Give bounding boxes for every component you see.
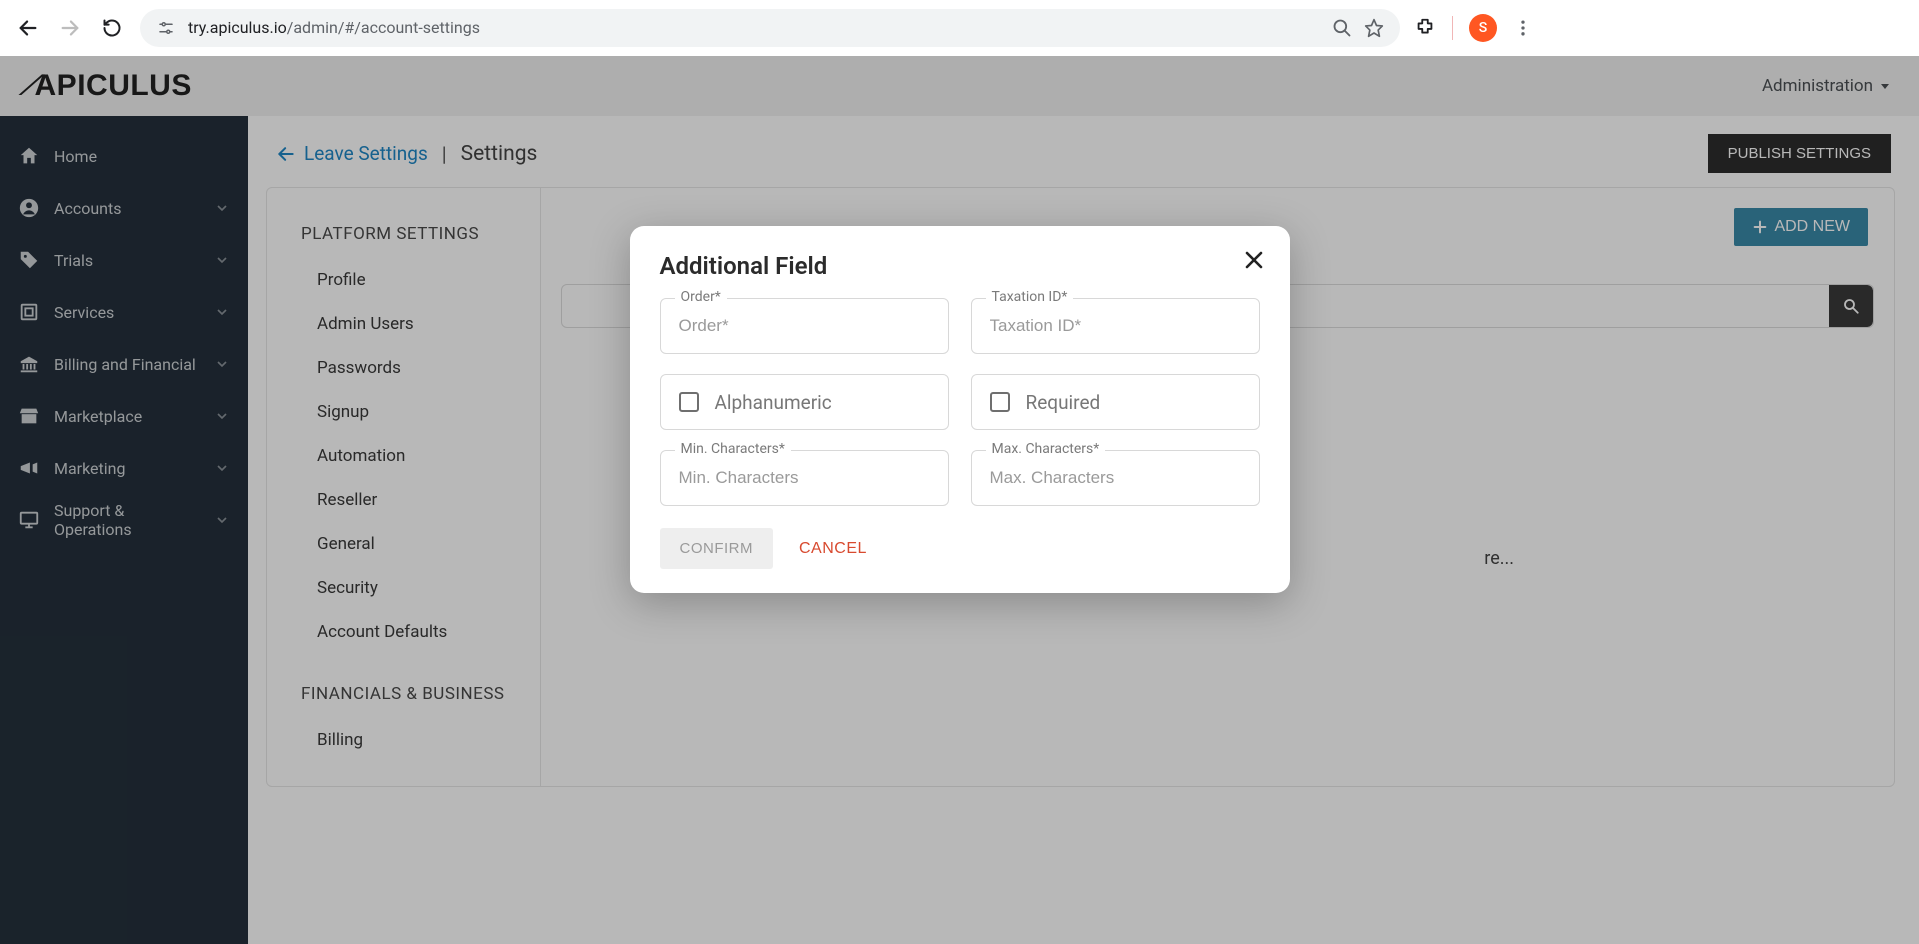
alphanumeric-label: Alphanumeric [715,391,832,414]
profile-avatar[interactable]: S [1469,14,1497,42]
app-root: ⁄APICULUS Administration Home Accounts T… [0,56,1919,944]
modal-title: Additional Field [660,252,1260,280]
order-input[interactable] [679,316,930,336]
divider [1452,16,1453,40]
max-characters-label: Max. Characters* [986,441,1106,457]
alphanumeric-checkbox[interactable] [679,392,699,412]
confirm-button[interactable]: CONFIRM [660,528,774,569]
required-checkbox-field[interactable]: Required [971,374,1260,430]
address-bar[interactable]: try.apiculus.io/admin/#/account-settings [140,9,1400,47]
url-text: try.apiculus.io/admin/#/account-settings [188,18,480,37]
site-settings-icon[interactable] [156,18,176,38]
additional-field-modal: Additional Field Order* Taxation ID* Alp… [630,226,1290,593]
modal-close-button[interactable] [1242,248,1266,272]
browser-forward-button[interactable] [56,14,84,42]
alphanumeric-checkbox-field[interactable]: Alphanumeric [660,374,949,430]
browser-chrome: try.apiculus.io/admin/#/account-settings… [0,0,1919,56]
taxation-id-input[interactable] [990,316,1241,336]
order-field[interactable]: Order* [660,298,949,354]
extensions-icon[interactable] [1414,17,1436,39]
browser-menu-icon[interactable] [1513,18,1533,38]
close-icon [1242,248,1266,272]
taxation-id-field[interactable]: Taxation ID* [971,298,1260,354]
min-characters-label: Min. Characters* [675,441,791,457]
bookmark-icon[interactable] [1364,18,1384,38]
modal-wrapper: Additional Field Order* Taxation ID* Alp… [0,56,1919,944]
required-label: Required [1026,391,1101,414]
browser-reload-button[interactable] [98,14,126,42]
min-characters-input[interactable] [679,468,930,488]
zoom-icon[interactable] [1332,18,1352,38]
order-label: Order* [675,289,727,305]
required-checkbox[interactable] [990,392,1010,412]
max-characters-field[interactable]: Max. Characters* [971,450,1260,506]
max-characters-input[interactable] [990,468,1241,488]
taxation-id-label: Taxation ID* [986,289,1074,305]
min-characters-field[interactable]: Min. Characters* [660,450,949,506]
cancel-button[interactable]: CANCEL [799,540,867,558]
browser-back-button[interactable] [14,14,42,42]
